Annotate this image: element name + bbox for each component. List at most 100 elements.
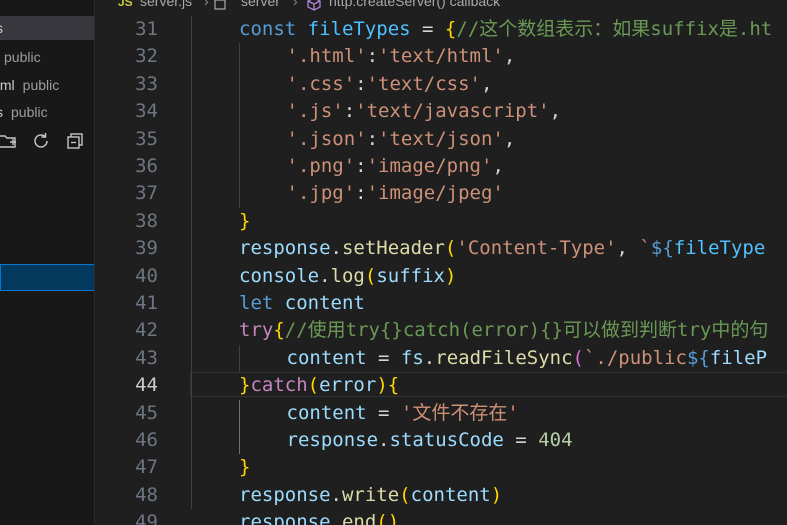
code-token: ${ <box>686 346 710 369</box>
code-token: ) <box>490 483 503 506</box>
code-line[interactable]: 39 response.setHeader('Content-Type', `${… <box>95 235 787 262</box>
code-text: try{//使用try{}catch(error){}可以做到判断try中的句 <box>239 317 768 344</box>
line-number: 47 <box>135 456 158 479</box>
code-line[interactable]: 43 content = fs.readFileSync(`./public${f… <box>95 345 787 372</box>
code-token: : <box>366 127 379 150</box>
explorer-item[interactable]: s public <box>0 100 94 124</box>
code-token: ` <box>639 237 651 260</box>
code-token: , <box>480 72 493 95</box>
code-line[interactable]: 36 '.png':'image/png', <box>95 153 787 180</box>
code-token: content <box>410 483 491 506</box>
code-line[interactable]: 44}catch(error){ <box>95 372 787 399</box>
code-token: ( <box>572 346 584 369</box>
code-token: : <box>355 72 367 95</box>
explorer-item-selected[interactable] <box>0 264 94 291</box>
line-number: 37 <box>135 182 158 205</box>
code-token: statusCode <box>389 429 504 451</box>
code-text: content = fs.readFileSync(`./public${fil… <box>287 345 768 372</box>
line-number: 31 <box>135 18 158 40</box>
code-token: write <box>341 483 400 506</box>
code-line[interactable]: 38} <box>95 208 787 235</box>
explorer-item-folder: public <box>22 77 60 93</box>
code-line[interactable]: 35 '.json':'text/json', <box>95 126 787 153</box>
code-token: let <box>239 292 285 314</box>
code-line[interactable]: 48 response.write(content) <box>95 482 787 509</box>
code-line[interactable]: 42 try{//使用try{}catch(error){}可以做到判断try中的… <box>95 317 787 344</box>
code-token: ( <box>376 511 388 525</box>
explorer-item[interactable]: public <box>0 45 94 69</box>
code-text: content = '文件不存在' <box>287 400 519 427</box>
breadcrumb-symbol[interactable]: http.createServer() callback <box>329 0 500 9</box>
code-token: 'text/css' <box>366 72 481 95</box>
code-line[interactable]: 33 '.css':'text/css', <box>95 71 787 98</box>
code-token: . <box>330 237 342 260</box>
code-token: try <box>239 319 274 342</box>
code-text: '.js':'text/javascript', <box>287 98 562 125</box>
code-token: fileP <box>709 346 768 369</box>
module-icon <box>214 0 226 10</box>
code-token: content <box>284 292 365 314</box>
breadcrumb-segment[interactable]: server <box>241 0 280 9</box>
code-line[interactable]: 46 response.statusCode = 404 <box>95 427 787 454</box>
refresh-icon[interactable] <box>31 131 51 151</box>
explorer-item[interactable]: s <box>0 16 94 40</box>
line-number: 32 <box>135 45 158 68</box>
code-token: 'text/json' <box>378 127 504 150</box>
code-text: response.statusCode = 404 <box>287 427 573 454</box>
js-file-icon: JS <box>118 0 133 9</box>
code-line[interactable]: 40 console.log(suffix) <box>95 263 787 290</box>
code-text: '.png':'image/png', <box>287 153 504 180</box>
code-text: response.end() <box>239 509 399 525</box>
code-token: . <box>378 429 390 451</box>
code-editor[interactable]: JS server.js › server › http.createServe… <box>95 0 787 525</box>
code-token: ( <box>399 483 411 506</box>
code-line[interactable]: 45 content = '文件不存在' <box>95 400 787 427</box>
line-number: 41 <box>135 292 158 314</box>
code-token: response <box>286 429 379 451</box>
code-token: = <box>410 18 445 40</box>
code-text: '.css':'text/css', <box>287 71 493 98</box>
code-token: , <box>549 100 562 123</box>
explorer-item[interactable]: tml public <box>0 73 94 97</box>
code-token: ) <box>387 511 400 525</box>
code-token: ( <box>364 264 377 287</box>
code-line[interactable]: 41 let content <box>95 290 787 317</box>
explorer-sidebar: s public tml public s public l <box>0 0 95 525</box>
code-token: `./public <box>583 346 687 369</box>
code-token: response <box>239 237 331 260</box>
code-token: content <box>286 401 367 424</box>
line-number: 34 <box>135 100 158 123</box>
new-folder-icon[interactable] <box>0 131 18 151</box>
indent-guide <box>239 43 240 208</box>
code-token: : <box>366 45 379 68</box>
code-token: '.js' <box>286 100 344 123</box>
code-line[interactable]: 37 '.jpg':'image/jpeg' <box>95 180 787 207</box>
line-number: 42 <box>135 319 158 342</box>
code-token: 'text/html' <box>378 45 504 68</box>
code-line[interactable]: 34 '.js':'text/javascript', <box>95 98 787 125</box>
explorer-item[interactable]: l <box>0 182 94 206</box>
code-token: = <box>503 429 539 451</box>
code-token: end <box>341 511 377 525</box>
breadcrumb-file[interactable]: server.js <box>140 0 192 9</box>
collapse-all-icon[interactable] <box>65 131 85 151</box>
line-number: 33 <box>135 72 158 95</box>
code-token: const <box>239 18 308 40</box>
method-cube-icon <box>307 0 321 11</box>
code-line[interactable]: 47} <box>95 454 787 481</box>
code-token: //这个数组表示：如果suffix是.ht <box>456 18 773 40</box>
code-token: catch <box>250 374 308 397</box>
code-token: ( <box>444 237 457 260</box>
code-line[interactable]: 49 response.end() <box>95 509 787 525</box>
code-text: '.html':'text/html', <box>287 43 516 70</box>
line-number: 39 <box>135 237 158 260</box>
code-token: : <box>355 182 367 205</box>
line-number: 36 <box>135 155 158 177</box>
code-token: , <box>616 237 640 260</box>
code-line[interactable]: 32 '.html':'text/html', <box>95 43 787 70</box>
indent-guide <box>239 399 240 455</box>
code-line[interactable]: 31 const fileTypes = {//这个数组表示：如果suffix是.… <box>95 16 787 43</box>
code-text: let content <box>239 290 365 317</box>
code-text: console.log(suffix) <box>239 263 456 290</box>
code-text: response.write(content) <box>239 482 502 509</box>
